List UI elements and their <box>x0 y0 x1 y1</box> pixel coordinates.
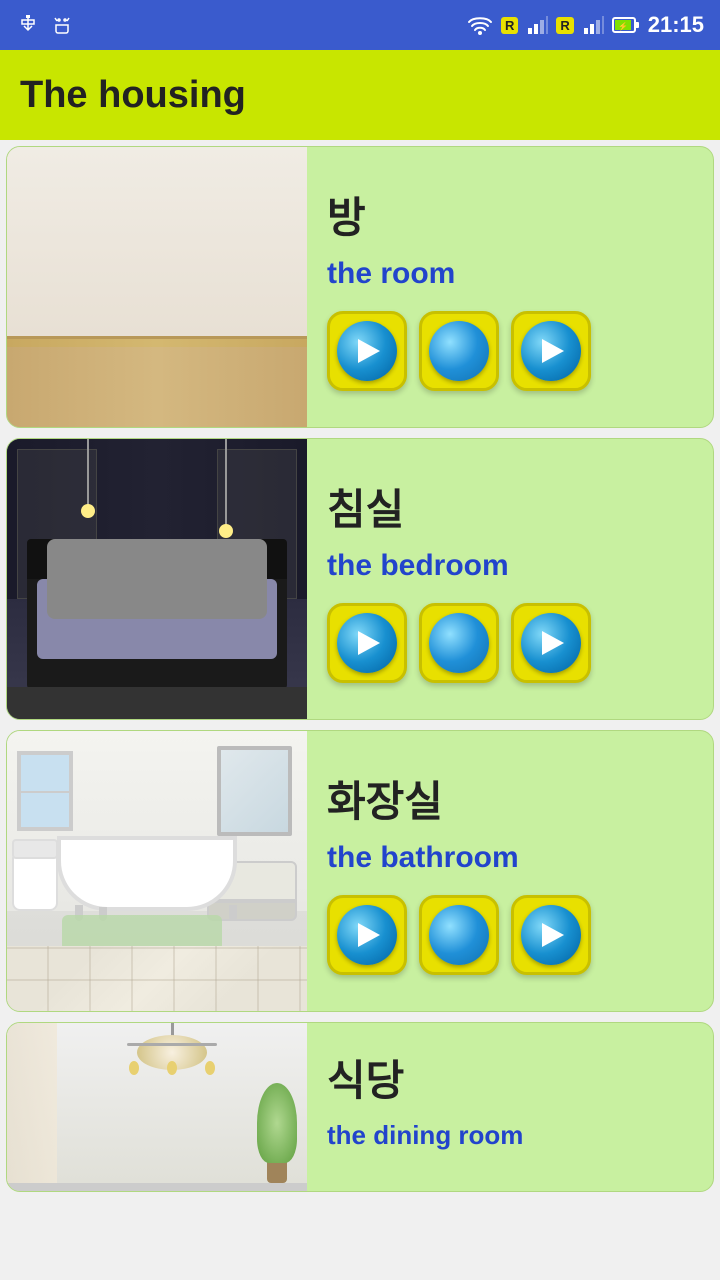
bathroom-circle-button[interactable] <box>419 895 499 975</box>
signal-bars-2 <box>582 14 604 36</box>
room-play-triangle-2 <box>542 339 564 363</box>
card-bedroom: 침실 the bedroom <box>6 438 714 720</box>
room-play-button-2[interactable] <box>511 311 591 391</box>
room-circle-button[interactable] <box>419 311 499 391</box>
room-circle-inner <box>429 321 489 381</box>
bedroom-play-inner-1 <box>337 613 397 673</box>
room-card-content: 방 the room <box>307 147 713 427</box>
wifi-icon <box>467 14 493 36</box>
room-english: the room <box>327 257 697 291</box>
room-play-button-1[interactable] <box>327 311 407 391</box>
dining-illustration <box>7 1023 307 1183</box>
time-display: 21:15 <box>648 12 704 38</box>
room-play-triangle-1 <box>358 339 380 363</box>
bedroom-circle-button[interactable] <box>419 603 499 683</box>
dining-korean: 식당 <box>327 1047 697 1108</box>
bedroom-korean: 침실 <box>327 476 697 537</box>
app-header: The housing <box>0 50 720 140</box>
bedroom-play-triangle-1 <box>358 631 380 655</box>
bathroom-illustration <box>7 731 307 1011</box>
page-title: The housing <box>20 74 246 117</box>
bedroom-image <box>7 439 307 719</box>
bedroom-circle-inner <box>429 613 489 673</box>
battery-icon: ⚡ <box>612 14 640 36</box>
bathroom-play-button-2[interactable] <box>511 895 591 975</box>
room-play-inner-2 <box>521 321 581 381</box>
room-illustration <box>7 147 307 427</box>
bedroom-card-content: 침실 the bedroom <box>307 439 713 719</box>
bedroom-play-triangle-2 <box>542 631 564 655</box>
room-buttons <box>327 311 697 391</box>
dining-english: the dining room <box>327 1120 697 1151</box>
bathroom-play-inner-1 <box>337 905 397 965</box>
bathroom-play-inner-2 <box>521 905 581 965</box>
room-korean: 방 <box>327 184 697 245</box>
dining-card-content: 식당 the dining room <box>307 1023 713 1191</box>
android-icon <box>50 13 74 37</box>
room-image <box>7 147 307 427</box>
bedroom-play-inner-2 <box>521 613 581 673</box>
status-right-icons: R R ⚡ 21:15 <box>467 12 704 38</box>
room-play-inner-1 <box>337 321 397 381</box>
bathroom-card-content: 화장실 the bathroom <box>307 731 713 1011</box>
signal-bars-1 <box>526 14 548 36</box>
bathroom-play-triangle-2 <box>542 923 564 947</box>
status-left-icons <box>16 13 74 37</box>
bedroom-illustration <box>7 439 307 719</box>
bathroom-korean: 화장실 <box>327 768 697 829</box>
usb-icon <box>16 13 40 37</box>
bedroom-play-button-1[interactable] <box>327 603 407 683</box>
bathroom-circle-inner <box>429 905 489 965</box>
bathroom-english: the bathroom <box>327 841 697 875</box>
card-room: 방 the room <box>6 146 714 428</box>
cards-container: 방 the room <box>0 140 720 1208</box>
card-bathroom: 화장실 the bathroom <box>6 730 714 1012</box>
bedroom-play-button-2[interactable] <box>511 603 591 683</box>
bathroom-buttons <box>327 895 697 975</box>
bathroom-play-button-1[interactable] <box>327 895 407 975</box>
card-dining: 식당 the dining room <box>6 1022 714 1192</box>
status-bar: R R ⚡ 21:15 <box>0 0 720 50</box>
signal-indicator-2: R <box>556 17 573 34</box>
signal-indicator: R <box>501 17 518 34</box>
dining-image <box>7 1023 307 1191</box>
svg-text:⚡: ⚡ <box>618 21 628 31</box>
bathroom-image <box>7 731 307 1011</box>
bedroom-english: the bedroom <box>327 549 697 583</box>
bathroom-play-triangle-1 <box>358 923 380 947</box>
bedroom-buttons <box>327 603 697 683</box>
